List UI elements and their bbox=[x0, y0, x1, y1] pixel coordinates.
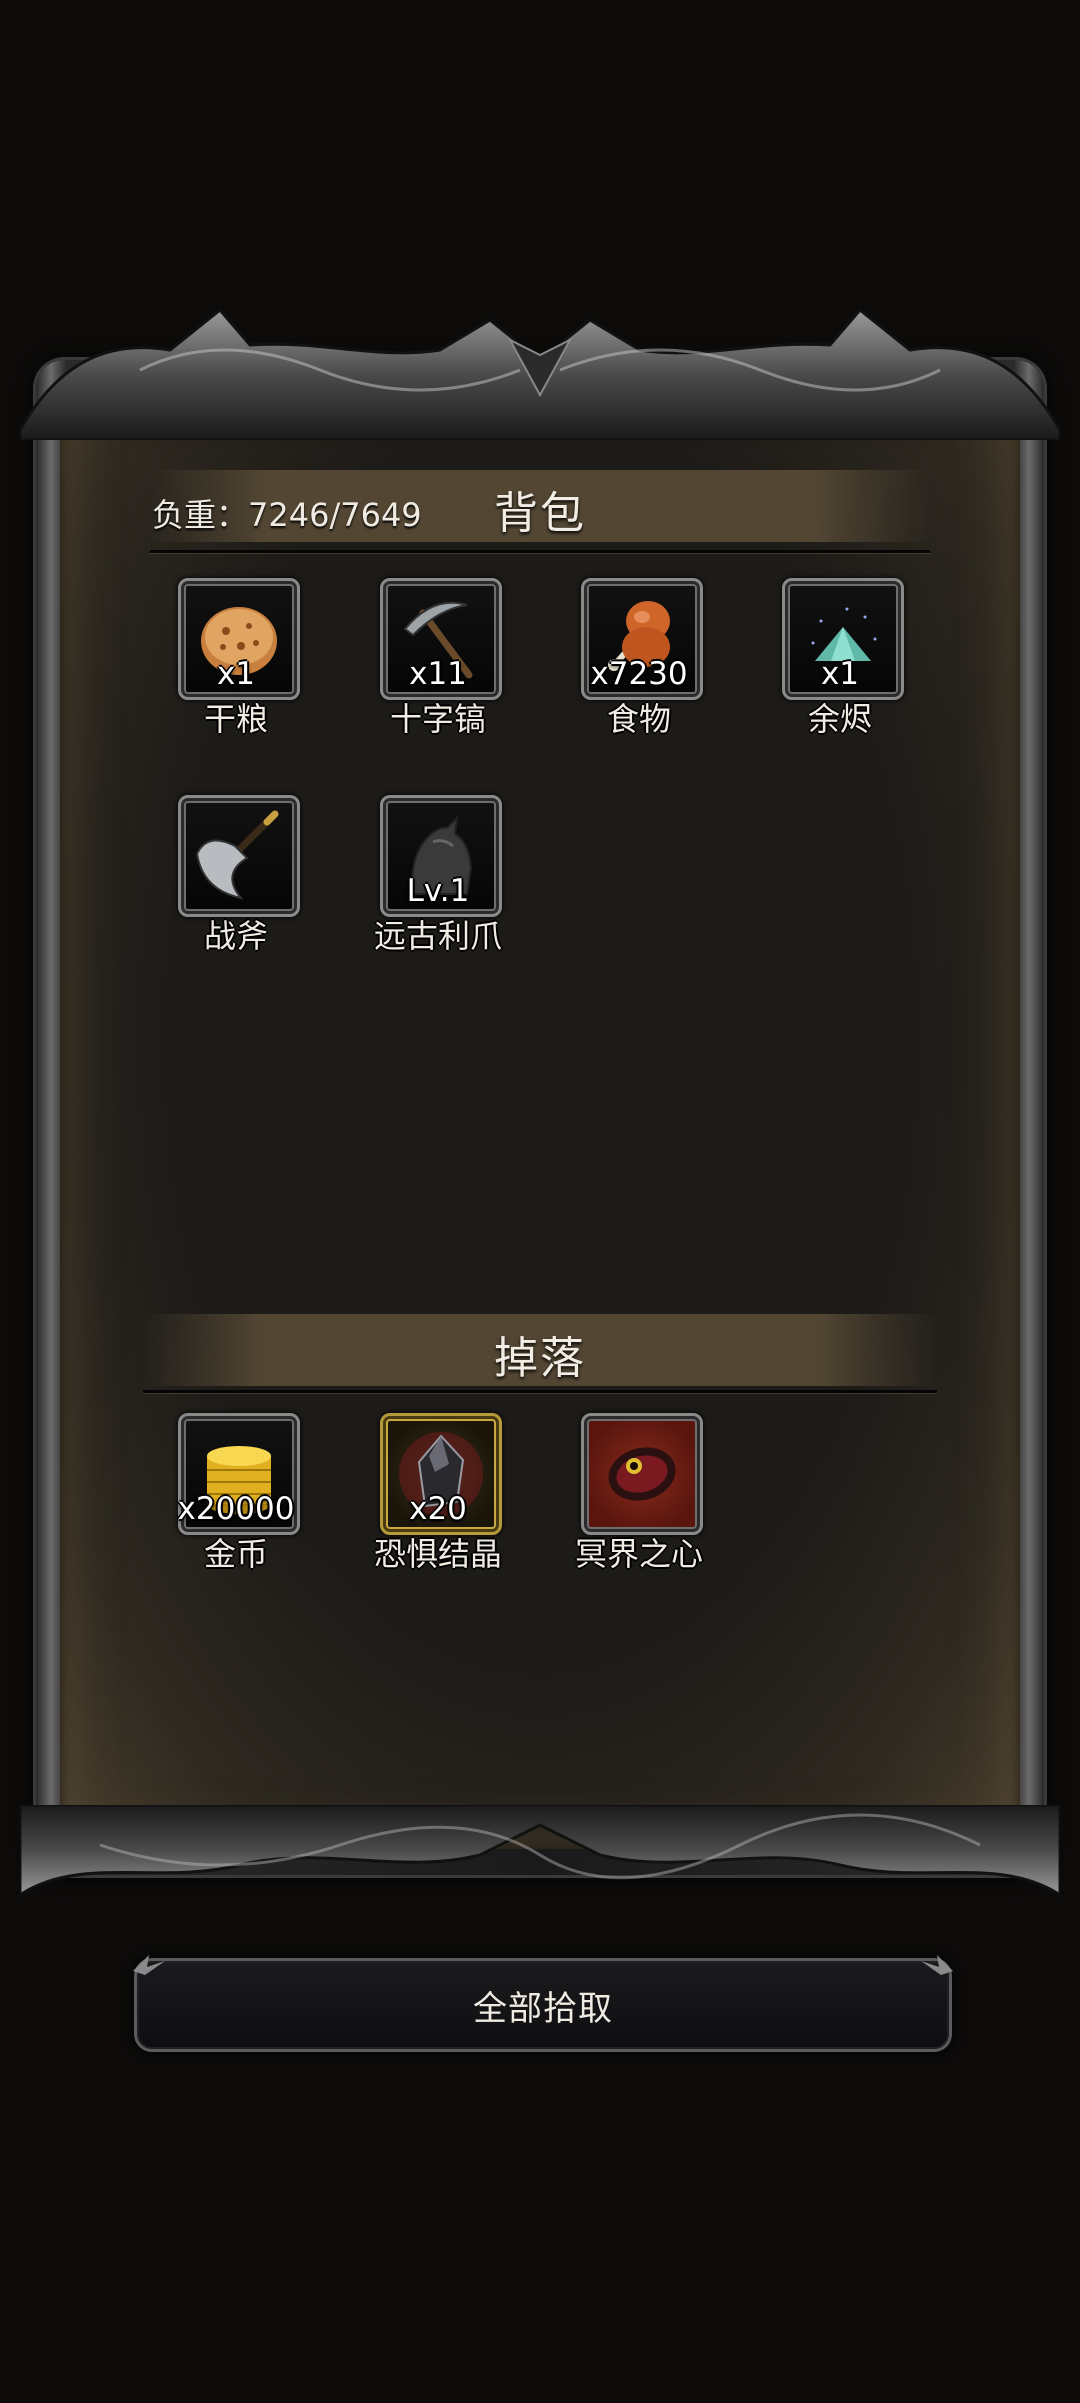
backpack-header-divider bbox=[150, 550, 930, 553]
item-slot bbox=[178, 795, 300, 917]
item-name: 余烬 bbox=[807, 700, 872, 738]
item-name: 远古利爪 bbox=[373, 917, 502, 955]
item-name: 干粮 bbox=[203, 700, 268, 738]
item-count: x7230 bbox=[590, 656, 688, 692]
backpack-item-dry-ration[interactable]: x1 干粮 bbox=[166, 578, 306, 758]
pick-up-all-label: 全部拾取 bbox=[473, 1988, 613, 2029]
backpack-title: 背包 bbox=[494, 488, 586, 539]
item-count: x11 bbox=[409, 656, 467, 692]
item-name: 金币 bbox=[203, 1535, 268, 1573]
item-name: 恐惧结晶 bbox=[373, 1535, 502, 1573]
backpack-item-ancient-claw[interactable]: Lv.1 远古利爪 bbox=[368, 795, 508, 975]
pick-up-all-button[interactable]: 全部拾取 bbox=[133, 1955, 953, 2052]
item-name: 战斧 bbox=[203, 917, 268, 955]
item-name: 食物 bbox=[606, 700, 671, 738]
drops-header-divider bbox=[143, 1390, 937, 1393]
weight-capacity: 负重：7246/7649 bbox=[152, 496, 422, 534]
item-count: x20 bbox=[409, 1491, 467, 1527]
underworld-heart-icon bbox=[608, 1447, 676, 1501]
inventory-frame bbox=[20, 300, 1060, 1915]
drop-item-gold-coin[interactable]: x20000 金币 bbox=[166, 1413, 306, 1593]
item-count: x1 bbox=[820, 656, 860, 692]
item-count: x1 bbox=[216, 656, 256, 692]
backpack-item-battle-axe[interactable]: 战斧 bbox=[166, 795, 306, 975]
battle-axe-icon bbox=[195, 810, 279, 900]
drop-item-underworld-heart[interactable]: 冥界之心 bbox=[569, 1413, 709, 1593]
frame-bottom-crest bbox=[20, 1805, 1060, 1897]
backpack-item-pickaxe[interactable]: x11 十字镐 bbox=[368, 578, 508, 758]
backpack-item-ember[interactable]: x1 余烬 bbox=[770, 578, 910, 758]
item-slot bbox=[581, 1413, 703, 1535]
item-count: x20000 bbox=[177, 1491, 295, 1527]
drops-title: 掉落 bbox=[494, 1333, 586, 1384]
item-level: Lv.1 bbox=[406, 873, 470, 909]
item-name: 冥界之心 bbox=[574, 1535, 703, 1573]
drop-item-fear-crystal[interactable]: x20 恐惧结晶 bbox=[368, 1413, 508, 1593]
frame-top-crest bbox=[20, 307, 1060, 440]
backpack-item-food[interactable]: x7230 食物 bbox=[569, 578, 709, 758]
item-name: 十字镐 bbox=[389, 700, 486, 738]
inventory-screen: 负重：7246/7649 背包 x1 干粮 x11 十字镐 x7230 食物 x… bbox=[0, 0, 1080, 2403]
